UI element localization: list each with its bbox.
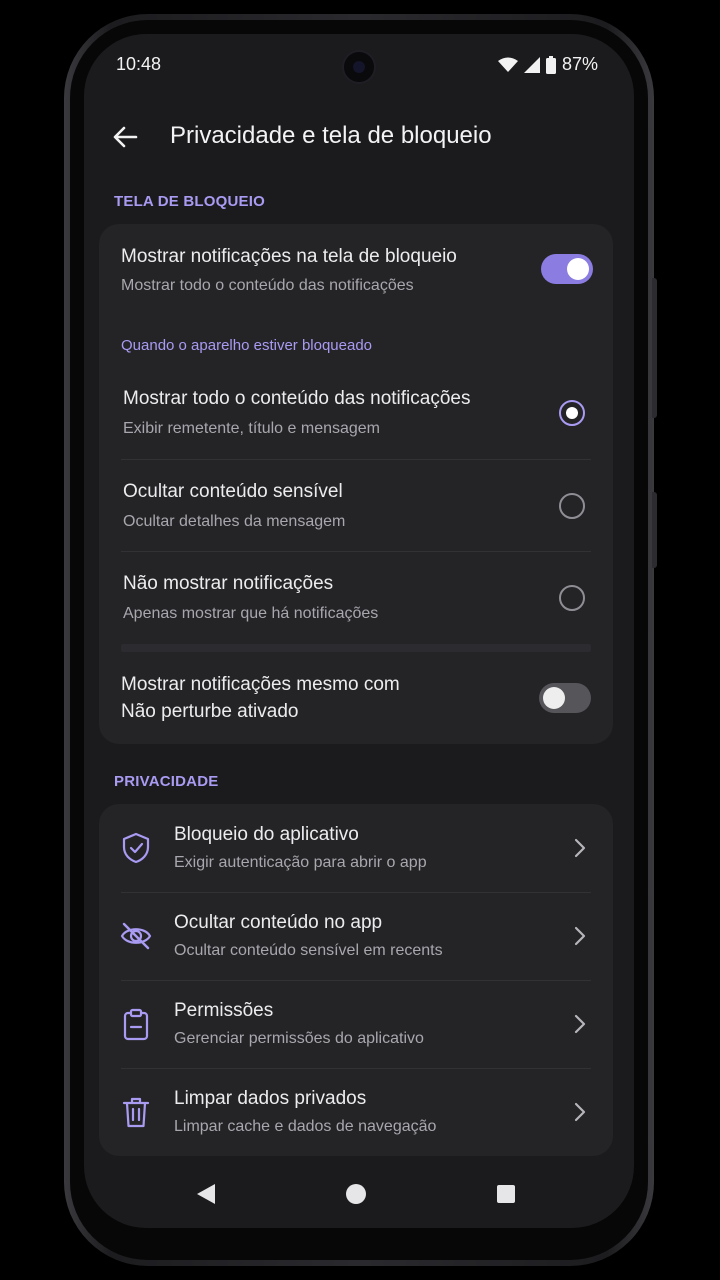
chevron-right-icon bbox=[574, 1014, 586, 1034]
privacy-item-permissions[interactable]: Permissões Gerenciar permissões do aplic… bbox=[99, 980, 613, 1068]
nav-back-icon[interactable] bbox=[196, 1183, 216, 1205]
option-row-hide-sensitive[interactable]: Ocultar conteúdo sensível Ocultar detalh… bbox=[99, 461, 613, 551]
show-on-lock-toggle[interactable] bbox=[541, 254, 593, 284]
option-title: Mostrar todo o conteúdo das notificações bbox=[123, 388, 471, 409]
status-time: 10:48 bbox=[116, 54, 162, 74]
volume-button bbox=[652, 278, 657, 418]
power-button bbox=[652, 492, 657, 568]
dnd-title-line2: Não perturbe ativado bbox=[121, 701, 299, 722]
screen: 10:48 87% Privacidade e tela de bloqueio… bbox=[84, 34, 634, 1228]
option-radio[interactable] bbox=[559, 493, 585, 519]
privacy-item-clear-data[interactable]: Limpar dados privados Limpar cache e dad… bbox=[99, 1068, 613, 1156]
privacy-item-title: Bloqueio do aplicativo bbox=[174, 824, 359, 845]
dnd-toggle[interactable] bbox=[539, 683, 591, 713]
option-title: Não mostrar notificações bbox=[123, 573, 334, 594]
privacy-item-subtitle: Exigir autenticação para abrir o app bbox=[174, 854, 427, 871]
locked-group-label: Quando o aparelho estiver bloqueado bbox=[121, 337, 373, 354]
system-nav-bar bbox=[84, 1158, 634, 1228]
divider bbox=[121, 551, 591, 552]
privacy-item-title: Limpar dados privados bbox=[174, 1088, 367, 1109]
option-radio[interactable] bbox=[559, 585, 585, 611]
shield-check-icon bbox=[122, 832, 150, 864]
privacy-item-app-lock[interactable]: Bloqueio do aplicativo Exigir autenticaç… bbox=[99, 804, 613, 892]
nav-recents-icon[interactable] bbox=[496, 1184, 516, 1204]
section-label-privacy: PRIVACIDADE bbox=[114, 773, 219, 790]
divider bbox=[121, 459, 591, 460]
back-arrow-icon[interactable] bbox=[110, 122, 140, 152]
eye-off-icon bbox=[120, 922, 152, 950]
chevron-right-icon bbox=[574, 1102, 586, 1122]
option-radio-selected[interactable] bbox=[559, 400, 585, 426]
privacy-item-subtitle: Gerenciar permissões do aplicativo bbox=[174, 1030, 424, 1047]
nav-home-icon[interactable] bbox=[345, 1183, 367, 1205]
chevron-right-icon bbox=[574, 926, 586, 946]
option-subtitle: Ocultar detalhes da mensagem bbox=[123, 513, 346, 530]
section-label-lock-screen: TELA DE BLOQUEIO bbox=[114, 193, 265, 210]
lock-screen-card: Mostrar notificações na tela de bloqueio… bbox=[99, 224, 613, 744]
clipboard-icon bbox=[123, 1008, 149, 1041]
status-icons: 87% bbox=[497, 54, 598, 75]
front-camera bbox=[342, 50, 376, 84]
privacy-item-title: Ocultar conteúdo no app bbox=[174, 912, 383, 933]
dnd-title-line1: Mostrar notificações mesmo com bbox=[121, 674, 400, 695]
privacy-item-subtitle: Limpar cache e dados de navegação bbox=[174, 1118, 437, 1135]
battery-percent: 87% bbox=[561, 54, 598, 74]
show-on-lock-row[interactable]: Mostrar notificações na tela de bloqueio… bbox=[99, 224, 613, 314]
wifi-icon bbox=[497, 57, 518, 72]
privacy-item-subtitle: Ocultar conteúdo sensível em recents bbox=[174, 942, 443, 959]
privacy-card: Bloqueio do aplicativo Exigir autenticaç… bbox=[99, 804, 613, 1156]
option-row-hide-all[interactable]: Não mostrar notificações Apenas mostrar … bbox=[99, 553, 613, 643]
show-on-lock-subtitle: Mostrar todo o conteúdo das notificações bbox=[121, 277, 414, 294]
show-on-lock-title: Mostrar notificações na tela de bloqueio bbox=[121, 246, 457, 267]
option-row-show-all[interactable]: Mostrar todo o conteúdo das notificações… bbox=[99, 369, 613, 459]
signal-icon bbox=[523, 56, 540, 73]
app-bar: Privacidade e tela de bloqueio bbox=[84, 116, 634, 156]
chevron-right-icon bbox=[574, 838, 586, 858]
group-separator bbox=[121, 644, 591, 652]
battery-icon bbox=[545, 55, 556, 74]
option-title: Ocultar conteúdo sensível bbox=[123, 481, 343, 502]
option-subtitle: Exibir remetente, título e mensagem bbox=[123, 420, 381, 437]
privacy-item-title: Permissões bbox=[174, 1000, 274, 1021]
trash-icon bbox=[122, 1097, 150, 1128]
dnd-row[interactable]: Mostrar notificações mesmo com Não pertu… bbox=[99, 654, 613, 744]
option-subtitle: Apenas mostrar que há notificações bbox=[123, 605, 379, 622]
page-title: Privacidade e tela de bloqueio bbox=[170, 122, 492, 149]
privacy-item-hide-content[interactable]: Ocultar conteúdo no app Ocultar conteúdo… bbox=[99, 892, 613, 980]
